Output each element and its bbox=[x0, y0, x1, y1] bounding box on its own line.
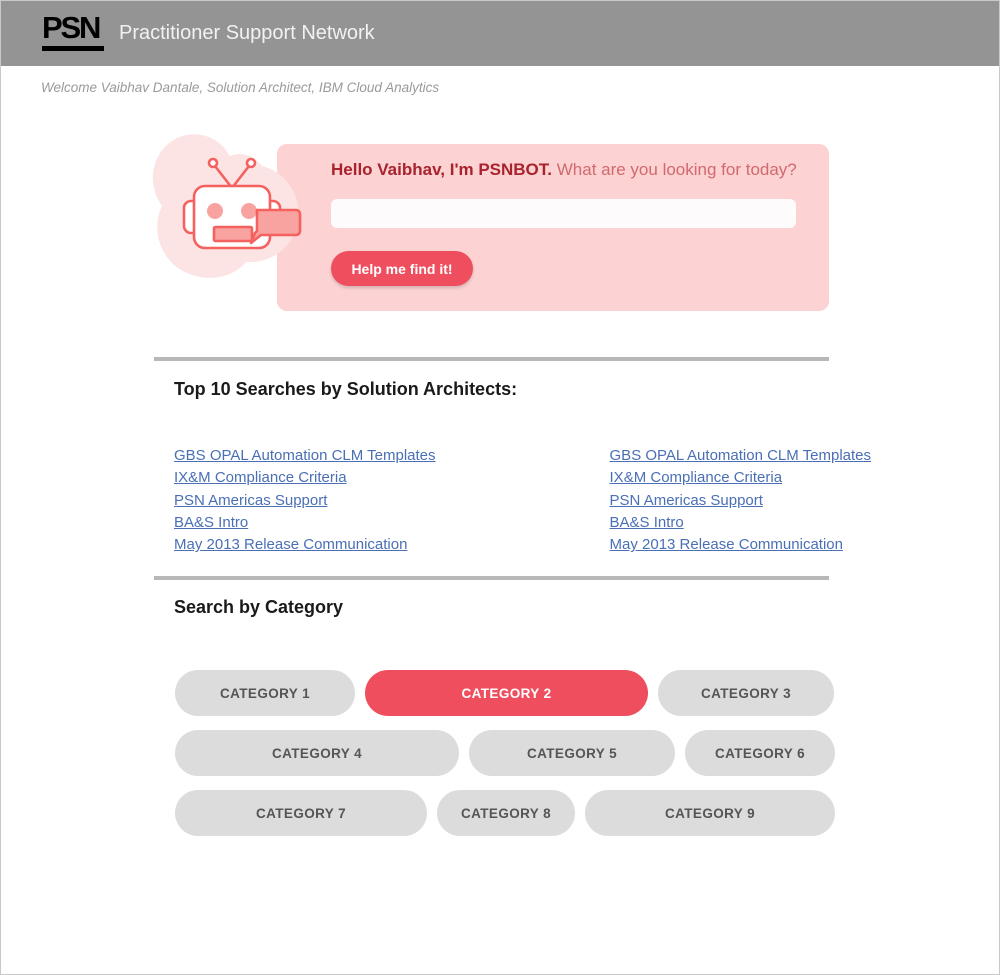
top-searches-title: Top 10 Searches by Solution Architects: bbox=[174, 379, 518, 399]
category-pill-category-6[interactable]: CATEGORY 6 bbox=[685, 730, 835, 776]
app-title: Practitioner Support Network bbox=[119, 22, 375, 44]
bot-search-input[interactable] bbox=[331, 199, 796, 228]
category-pill-category-4[interactable]: CATEGORY 4 bbox=[175, 730, 459, 776]
top-searches-lists: GBS OPAL Automation CLM Templates IX&M C… bbox=[174, 445, 871, 556]
robot-icon bbox=[182, 157, 302, 250]
category-pill-category-8[interactable]: CATEGORY 8 bbox=[437, 790, 575, 836]
help-me-find-it-button[interactable]: Help me find it! bbox=[331, 251, 473, 286]
category-pill-category-2[interactable]: CATEGORY 2 bbox=[365, 670, 648, 716]
category-pill-grid: CATEGORY 1 CATEGORY 2 CATEGORY 3 CATEGORY 4… bbox=[175, 670, 835, 850]
bot-greeting-bold: Hello Vaibhav, I'm PSNBOT. bbox=[331, 160, 553, 179]
psn-logo-text: PSN bbox=[42, 10, 101, 45]
search-link[interactable]: May 2013 Release Communication bbox=[174, 534, 436, 556]
top-searches-column-left: GBS OPAL Automation CLM Templates IX&M C… bbox=[174, 445, 436, 556]
category-pill-row: CATEGORY 7 CATEGORY 8 CATEGORY 9 bbox=[175, 790, 835, 836]
search-link[interactable]: BA&S Intro bbox=[610, 512, 872, 534]
search-link[interactable]: GBS OPAL Automation CLM Templates bbox=[610, 445, 872, 467]
category-pill-category-9[interactable]: CATEGORY 9 bbox=[585, 790, 835, 836]
welcome-message: Welcome Vaibhav Dantale, Solution Archit… bbox=[41, 80, 440, 95]
category-pill-category-3[interactable]: CATEGORY 3 bbox=[658, 670, 834, 716]
search-link[interactable]: IX&M Compliance Criteria bbox=[610, 467, 872, 489]
category-pill-category-1[interactable]: CATEGORY 1 bbox=[175, 670, 355, 716]
search-link[interactable]: IX&M Compliance Criteria bbox=[174, 467, 436, 489]
search-link[interactable]: PSN Americas Support bbox=[174, 490, 436, 512]
divider-bottom bbox=[154, 576, 829, 580]
search-link[interactable]: PSN Americas Support bbox=[610, 490, 872, 512]
search-link[interactable]: GBS OPAL Automation CLM Templates bbox=[174, 445, 436, 467]
category-pill-row: CATEGORY 4 CATEGORY 5 CATEGORY 6 bbox=[175, 730, 835, 776]
category-pill-category-7[interactable]: CATEGORY 7 bbox=[175, 790, 427, 836]
search-by-category-title: Search by Category bbox=[174, 597, 344, 617]
psn-logo[interactable]: PSN bbox=[42, 12, 104, 51]
top-searches-column-right: GBS OPAL Automation CLM Templates IX&M C… bbox=[610, 445, 872, 556]
category-pill-category-5[interactable]: CATEGORY 5 bbox=[469, 730, 675, 776]
divider-top bbox=[154, 357, 829, 361]
app-page: PSN Practitioner Support Network Welcome… bbox=[0, 0, 1000, 975]
bot-greeting-rest: What are you looking for today? bbox=[552, 160, 797, 179]
search-link[interactable]: May 2013 Release Communication bbox=[610, 534, 872, 556]
category-pill-row: CATEGORY 1 CATEGORY 2 CATEGORY 3 bbox=[175, 670, 835, 716]
header-bar: PSN Practitioner Support Network bbox=[1, 1, 999, 66]
psn-logo-underline bbox=[42, 46, 104, 51]
search-link[interactable]: BA&S Intro bbox=[174, 512, 436, 534]
bot-greeting: Hello Vaibhav, I'm PSNBOT. What are you … bbox=[331, 160, 797, 180]
